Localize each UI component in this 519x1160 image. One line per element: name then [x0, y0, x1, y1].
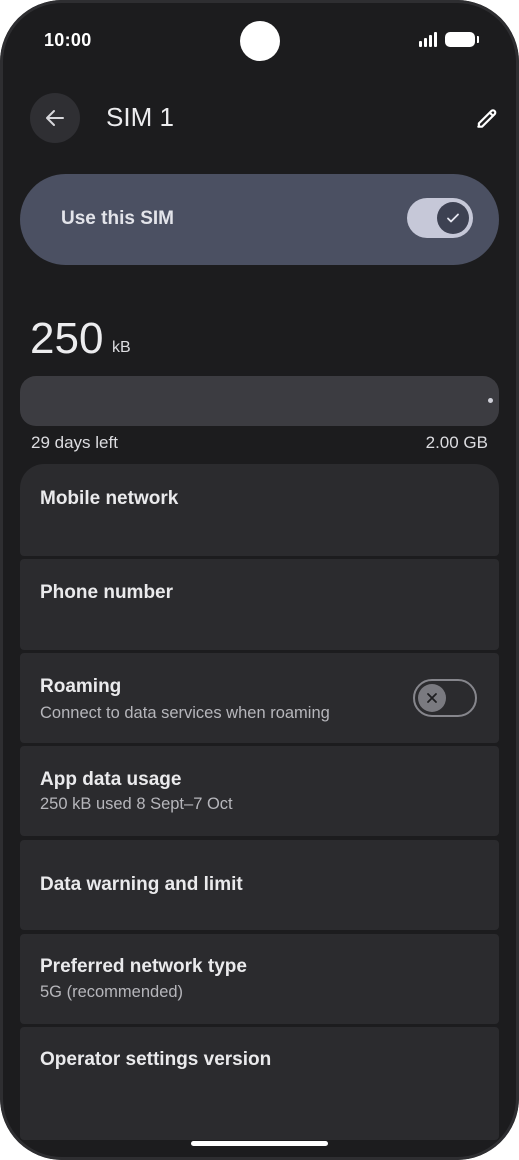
- list-item-title: App data usage: [40, 769, 182, 790]
- list-item-roaming[interactable]: Roaming Connect to data services when ro…: [20, 653, 499, 743]
- progress-end-dot: [488, 398, 493, 403]
- usage-unit: kB: [112, 339, 131, 356]
- use-sim-label: Use this SIM: [61, 208, 174, 229]
- list-item-subtitle: Connect to data services when roaming: [40, 704, 330, 722]
- list-item-title: Data warning and limit: [40, 874, 243, 895]
- edit-button[interactable]: [470, 101, 504, 135]
- signal-icon: [419, 31, 437, 47]
- toggle-thumb: [437, 202, 469, 234]
- list-item-title: Preferred network type: [40, 956, 247, 977]
- list-item-subtitle: 250 kB used 8 Sept–7 Oct: [40, 795, 233, 813]
- list-item-title: Mobile network: [40, 488, 179, 509]
- battery-icon: [445, 31, 479, 47]
- use-sim-toggle[interactable]: [407, 198, 473, 238]
- page-title: SIM 1: [106, 102, 174, 132]
- toggle-thumb: [418, 684, 446, 712]
- back-button[interactable]: [30, 93, 80, 143]
- list-item-mobile-network[interactable]: Mobile network: [20, 464, 499, 556]
- days-left: 29 days left: [31, 433, 118, 452]
- list-item-data-warning-limit[interactable]: Data warning and limit: [20, 840, 499, 930]
- list-item-title: Roaming: [40, 676, 122, 697]
- list-item-title: Phone number: [40, 582, 174, 603]
- status-icons: [419, 31, 479, 47]
- usage-value: 250: [30, 314, 104, 363]
- list-item-phone-number[interactable]: Phone number: [20, 559, 499, 650]
- list-item-operator-settings-version[interactable]: Operator settings version: [20, 1027, 499, 1140]
- camera-cutout: [240, 21, 280, 61]
- list-item-preferred-network-type[interactable]: Preferred network type 5G (recommended): [20, 934, 499, 1024]
- check-icon: [447, 213, 459, 223]
- arrow-left-icon: [46, 110, 64, 126]
- home-indicator[interactable]: [191, 1141, 328, 1146]
- list-item-app-data-usage[interactable]: App data usage 250 kB used 8 Sept–7 Oct: [20, 746, 499, 836]
- status-time: 10:00: [44, 30, 92, 50]
- roaming-toggle[interactable]: [413, 679, 477, 717]
- data-limit: 2.00 GB: [425, 433, 488, 452]
- use-sim-card[interactable]: Use this SIM: [20, 174, 499, 265]
- phone-screen: 10:00 SIM 1 Use this SIM 250 kB 29 days …: [0, 0, 519, 1160]
- list-item-title: Operator settings version: [40, 1049, 272, 1070]
- list-item-subtitle: 5G (recommended): [40, 983, 184, 1001]
- pencil-icon: [477, 109, 497, 128]
- usage-progress-bar: [20, 376, 499, 426]
- close-icon: [427, 693, 437, 703]
